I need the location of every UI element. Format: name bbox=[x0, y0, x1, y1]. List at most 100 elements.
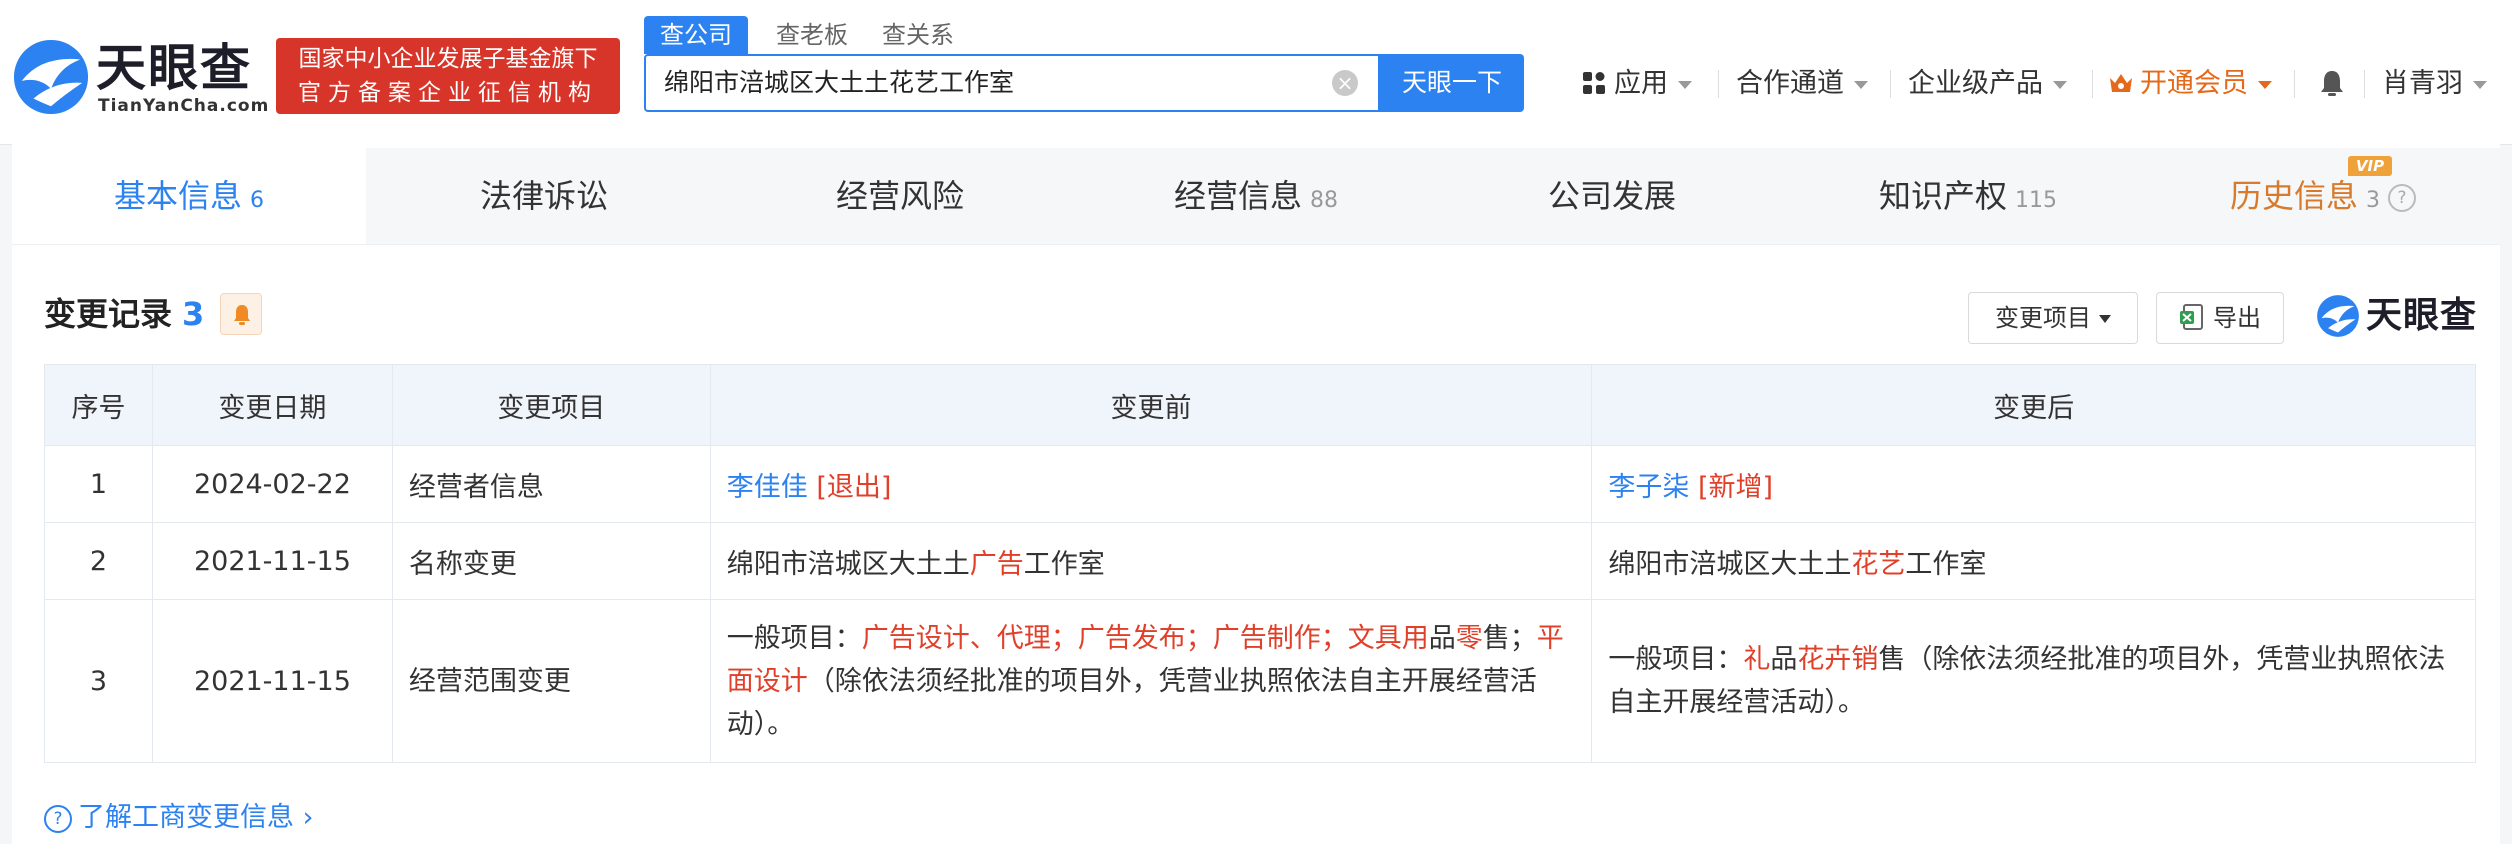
search-tab-company[interactable]: 查公司 bbox=[644, 16, 748, 54]
chevron-down-icon bbox=[2053, 80, 2067, 89]
highlight-segment: 广告设计、代理；广告发布；广告制作；文具用 bbox=[861, 622, 1429, 654]
search-tab-relation[interactable]: 查关系 bbox=[882, 16, 954, 54]
excel-icon bbox=[2180, 304, 2203, 330]
highlight-segment: 广告 bbox=[969, 548, 1024, 580]
user-menu[interactable]: 肖青羽 bbox=[2382, 62, 2487, 106]
learn-more-link[interactable]: ? 了解工商变更信息 › bbox=[44, 800, 313, 836]
logo-eye-icon bbox=[13, 39, 89, 115]
banner-line-1: 国家中小企业发展子基金旗下 bbox=[298, 46, 598, 72]
crown-icon bbox=[2110, 73, 2132, 92]
tab-development[interactable]: 公司发展 bbox=[1434, 148, 1790, 244]
tab-label: 知识产权 bbox=[1878, 177, 2007, 215]
nav-vip-label: 开通会员 bbox=[2140, 68, 2248, 99]
change-tag: [退出] bbox=[816, 471, 892, 503]
notification-button[interactable] bbox=[2318, 62, 2346, 106]
nav-divider bbox=[1890, 70, 1891, 98]
tab-ip[interactable]: 知识产权 115 bbox=[1790, 148, 2146, 244]
chevron-down-icon bbox=[2473, 80, 2487, 89]
cell-item: 经营者信息 bbox=[391, 445, 711, 523]
cell-date: 2024-02-22 bbox=[151, 445, 393, 523]
section-tabs: 基本信息 6 法律诉讼 经营风险 经营信息 88 公司发展 知识产权 115 历史信息… bbox=[12, 148, 2500, 245]
bell-icon bbox=[234, 305, 250, 325]
text-segment: 品 bbox=[1770, 644, 1798, 675]
search-tab-boss[interactable]: 查老板 bbox=[776, 16, 848, 54]
tab-count: 115 bbox=[2015, 188, 2057, 213]
col-header-before: 变更前 bbox=[709, 364, 1593, 446]
help-icon[interactable]: ? bbox=[2388, 184, 2416, 212]
nav-divider bbox=[2364, 70, 2365, 98]
cell-index: 3 bbox=[44, 599, 153, 763]
text-segment: 品 bbox=[1428, 622, 1456, 654]
nav-apps[interactable]: 应用 bbox=[1582, 62, 1692, 106]
person-link[interactable]: 李子柒 bbox=[1608, 472, 1689, 503]
change-item-filter[interactable]: 变更项目 bbox=[1968, 292, 2138, 344]
table-row: 3 2021-11-15 经营范围变更 一般项目：广告设计、代理；广告发布；广告… bbox=[44, 599, 2476, 763]
bell-icon bbox=[2321, 70, 2343, 96]
text-segment: 绵阳市涪城区大土土 bbox=[726, 548, 970, 580]
logo-eye-icon bbox=[2317, 295, 2359, 337]
cell-date: 2021-11-15 bbox=[151, 599, 393, 763]
chevron-down-icon bbox=[1678, 80, 1692, 89]
nav-apps-label: 应用 bbox=[1614, 68, 1668, 99]
col-header-date: 变更日期 bbox=[151, 364, 393, 446]
tab-label: 经营风险 bbox=[835, 177, 964, 215]
person-link[interactable]: 李佳佳 bbox=[727, 472, 808, 503]
text-segment: 一般项目： bbox=[726, 622, 862, 654]
tab-history[interactable]: 历史信息 3? bbox=[2146, 148, 2500, 244]
section-title: 变更记录 3 bbox=[44, 292, 204, 336]
nav-cooperation-label: 合作通道 bbox=[1736, 68, 1844, 99]
highlight-segment: 花卉销 bbox=[1797, 644, 1879, 675]
export-button[interactable]: 导出 bbox=[2156, 292, 2284, 344]
col-header-item: 变更项目 bbox=[391, 364, 711, 446]
cell-after: 一般项目：礼品花卉销售（除依法须经批准的项目外，凭营业执照依法自主开展经营活动）… bbox=[1591, 599, 2476, 763]
question-icon: ? bbox=[44, 804, 72, 833]
chevron-down-icon bbox=[2099, 315, 2111, 323]
highlight-segment: 礼 bbox=[1743, 644, 1771, 675]
change-records-table: 序号 变更日期 变更项目 变更前 变更后 1 2024-02-22 经营者信息 … bbox=[44, 364, 2476, 763]
cell-after: 李子柒 [新增] bbox=[1591, 445, 2476, 523]
cell-index: 2 bbox=[44, 522, 153, 600]
tab-count: 88 bbox=[1310, 188, 1338, 213]
search-button[interactable]: 天眼一下 bbox=[1380, 54, 1524, 112]
search-input-value: 绵阳市涪城区大土土花艺工作室 bbox=[664, 68, 1015, 97]
cell-before: 绵阳市涪城区大土土广告工作室 bbox=[709, 522, 1593, 600]
tab-count: 6 bbox=[250, 188, 264, 213]
tab-label: 法律诉讼 bbox=[479, 177, 608, 215]
export-label: 导出 bbox=[2213, 304, 2261, 332]
tab-basic-info[interactable]: 基本信息 6 bbox=[12, 148, 366, 244]
brand-watermark: 天眼查 bbox=[2316, 294, 2480, 338]
vip-badge: VIP bbox=[2348, 156, 2392, 176]
tab-operation[interactable]: 经营信息 88 bbox=[1078, 148, 1434, 244]
official-banner: 国家中小企业发展子基金旗下 官方备案企业征信机构 bbox=[276, 38, 620, 114]
nav-divider bbox=[2092, 70, 2093, 98]
table-header-row: 序号 变更日期 变更项目 变更前 变更后 bbox=[44, 364, 2476, 446]
cell-item: 名称变更 bbox=[391, 522, 711, 600]
tab-risk[interactable]: 经营风险 bbox=[722, 148, 1078, 244]
tab-label: 公司发展 bbox=[1547, 177, 1676, 215]
tab-label: 经营信息 bbox=[1173, 177, 1302, 215]
clear-icon[interactable]: × bbox=[1332, 70, 1358, 96]
cell-before: 李佳佳 [退出] bbox=[709, 445, 1593, 523]
top-header: 天眼查 TianYanCha.com 国家中小企业发展子基金旗下 官方备案企业征… bbox=[0, 0, 2512, 145]
tab-label: 基本信息 bbox=[113, 177, 242, 215]
highlight-segment: 花艺 bbox=[1851, 548, 1906, 580]
text-segment: 工作室 bbox=[1905, 548, 1987, 580]
col-header-index: 序号 bbox=[44, 364, 153, 446]
table-row: 1 2024-02-22 经营者信息 李佳佳 [退出] 李子柒 [新增] bbox=[44, 445, 2476, 523]
filter-label: 变更项目 bbox=[1995, 304, 2091, 332]
tianyancha-logo[interactable]: 天眼查 TianYanCha.com bbox=[12, 36, 268, 120]
apps-grid-icon bbox=[1583, 71, 1605, 94]
section-title-text: 变更记录 bbox=[44, 295, 173, 333]
nav-divider bbox=[1718, 70, 1719, 98]
search-input[interactable]: 绵阳市涪城区大土土花艺工作室 × bbox=[644, 54, 1380, 112]
nav-cooperation[interactable]: 合作通道 bbox=[1736, 62, 1868, 106]
change-tag: [新增] bbox=[1697, 471, 1774, 503]
nav-enterprise[interactable]: 企业级产品 bbox=[1908, 62, 2067, 106]
user-name: 肖青羽 bbox=[2382, 68, 2463, 99]
text-segment: （除依法须经批准的项目外，凭营业执照依法自主开展经营活动）。 bbox=[726, 665, 1537, 740]
tab-legal[interactable]: 法律诉讼 bbox=[366, 148, 722, 244]
nav-vip[interactable]: 开通会员 bbox=[2108, 62, 2272, 106]
cell-after: 绵阳市涪城区大土土花艺工作室 bbox=[1591, 522, 2476, 600]
highlight-segment: 零 bbox=[1455, 622, 1483, 654]
subscribe-bell-button[interactable] bbox=[220, 293, 262, 335]
